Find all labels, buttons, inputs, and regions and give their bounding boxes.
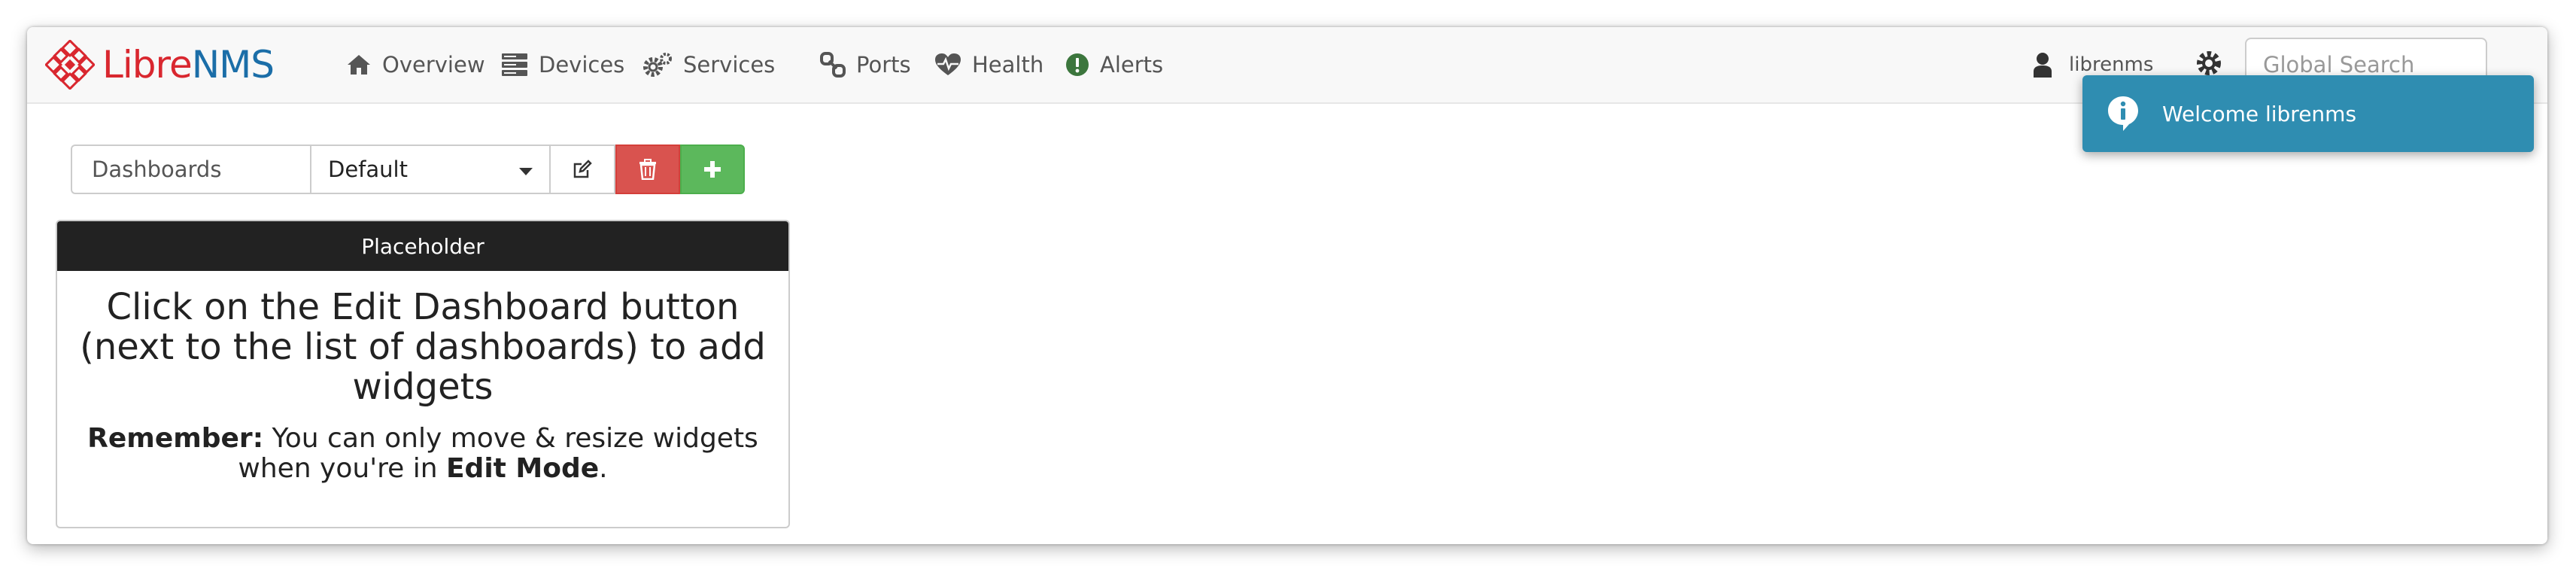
link-icon: [820, 52, 846, 78]
edit-icon: [573, 160, 592, 178]
note-end: .: [599, 453, 608, 484]
brand-text-libre: Libre: [102, 43, 193, 87]
placeholder-widget: Placeholder Click on the Edit Dashboard …: [56, 220, 790, 528]
cogs-icon: [643, 53, 672, 77]
gear-icon: [2197, 51, 2221, 75]
nav-devices-label: Devices: [539, 52, 625, 78]
widget-message: Click on the Edit Dashboard button (next…: [80, 286, 766, 408]
user-name: librenms: [2069, 53, 2154, 76]
note-bold: Remember:: [87, 423, 264, 454]
nav-services-label: Services: [683, 52, 776, 78]
add-dashboard-button[interactable]: [680, 145, 745, 194]
info-icon: [2108, 96, 2138, 131]
librenms-logo-icon: [45, 40, 95, 90]
server-icon: [502, 53, 527, 76]
browser-window: LibreNMS Overview Devices Services Ports…: [27, 27, 2547, 544]
toast-notification[interactable]: Welcome librenms: [2082, 75, 2534, 152]
edit-dashboard-button[interactable]: [551, 145, 615, 194]
nav-health-label: Health: [972, 52, 1044, 78]
nav-health[interactable]: Health: [934, 27, 1043, 102]
nav-devices[interactable]: Devices: [501, 27, 624, 102]
note-edit-mode: Edit Mode: [445, 453, 600, 484]
dashboard-select[interactable]: Default: [310, 145, 551, 194]
nav-overview-label: Overview: [382, 52, 485, 78]
delete-dashboard-button[interactable]: [615, 145, 680, 194]
brand-text-nms: NMS: [191, 43, 275, 87]
caret-down-icon: [519, 168, 533, 175]
widget-note: Remember: You can only move & resize wid…: [71, 424, 775, 484]
widget-body: Click on the Edit Dashboard button (next…: [57, 271, 788, 484]
brand-logo[interactable]: LibreNMS: [45, 38, 275, 92]
nav-alerts-label: Alerts: [1100, 52, 1164, 78]
home-icon: [348, 55, 370, 75]
nav-alerts[interactable]: Alerts: [1065, 27, 1163, 102]
trash-icon: [639, 159, 656, 180]
plus-icon: [704, 161, 721, 178]
user-icon: [2034, 53, 2052, 78]
nav-services[interactable]: Services: [642, 27, 775, 102]
nav-ports-label: Ports: [856, 52, 911, 78]
dashboard-toolbar: Dashboards Default: [71, 145, 745, 194]
nav-overview[interactable]: Overview: [346, 27, 485, 102]
exclamation-circle-icon: [1066, 53, 1089, 76]
widget-header[interactable]: Placeholder: [57, 221, 788, 271]
heartbeat-icon: [935, 53, 961, 75]
dashboards-label: Dashboards: [71, 145, 310, 194]
nav-ports[interactable]: Ports: [820, 27, 911, 102]
widget-title: Placeholder: [361, 233, 485, 259]
dashboard-select-value: Default: [328, 157, 408, 182]
toast-message: Welcome librenms: [2162, 101, 2357, 126]
